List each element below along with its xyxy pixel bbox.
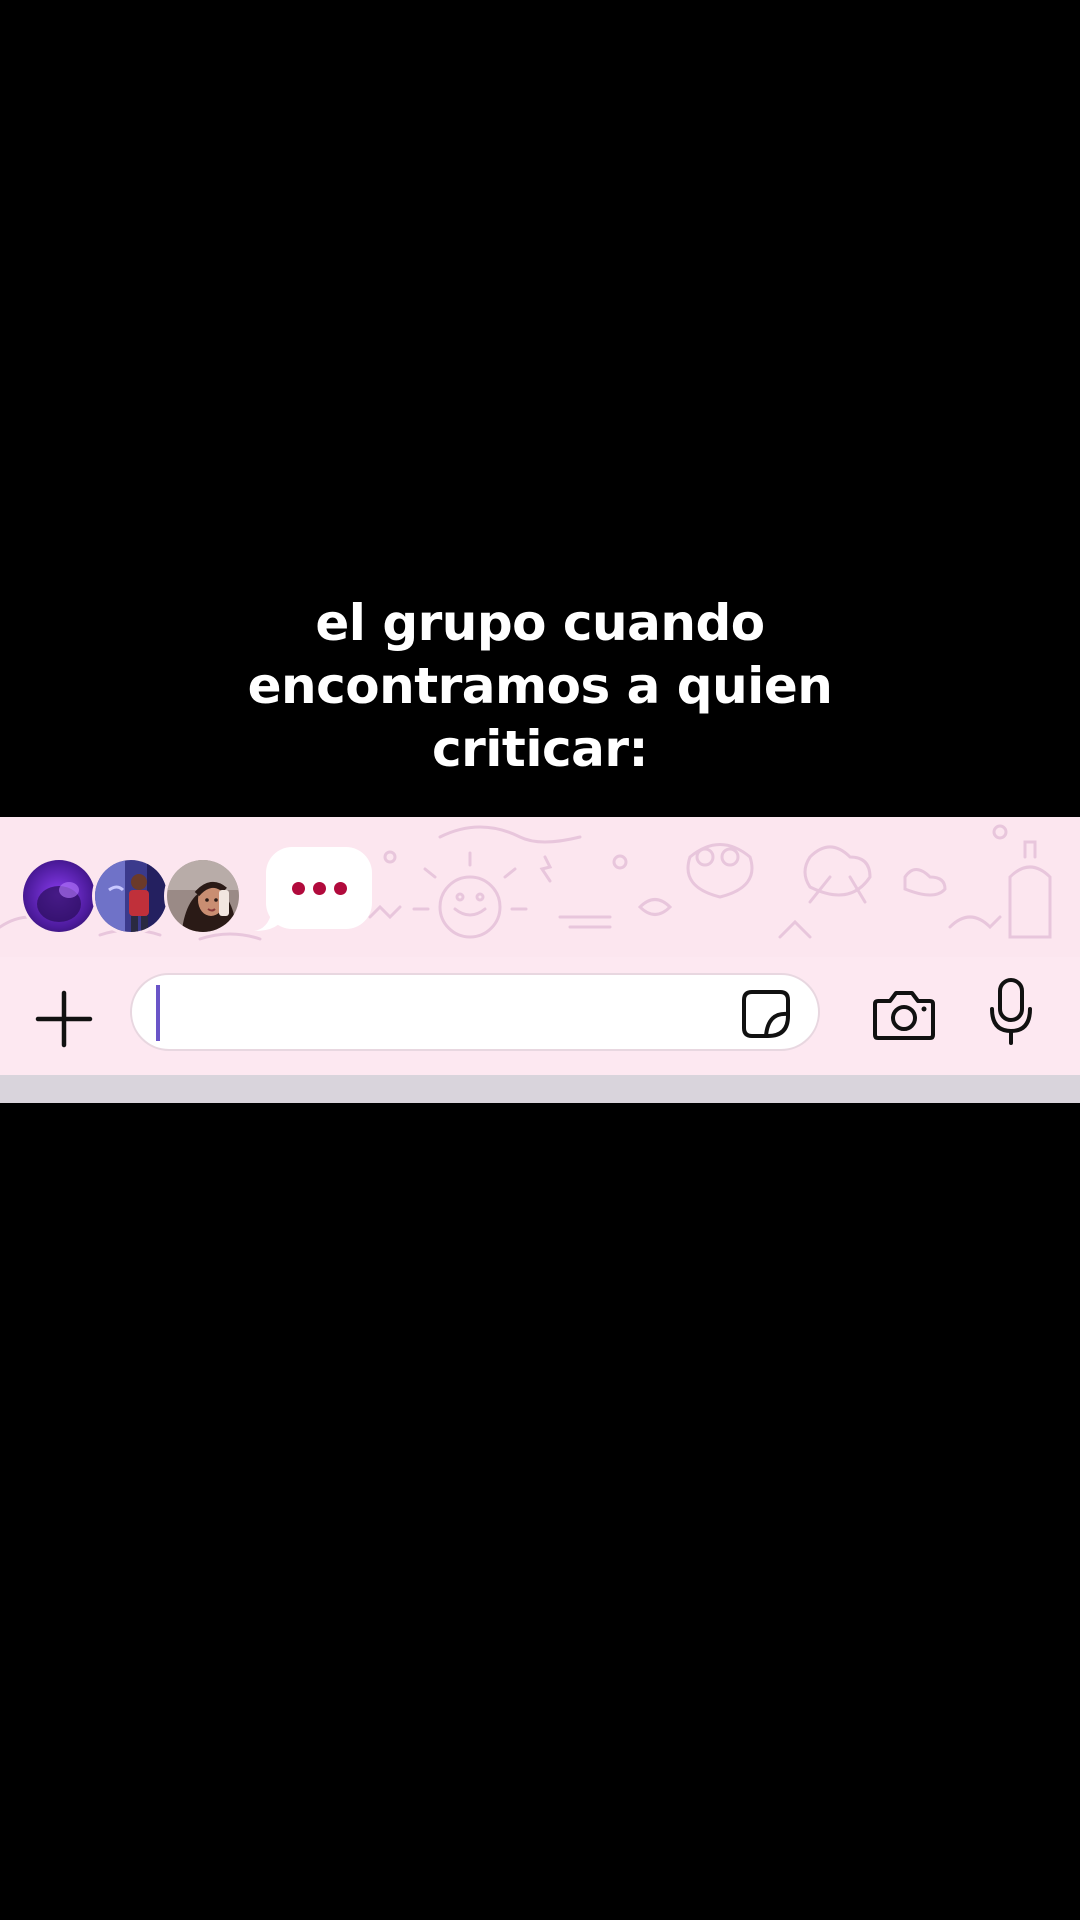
participant-avatar[interactable] [164, 857, 242, 935]
typing-indicator-bubble [254, 847, 372, 931]
participant-avatar[interactable] [92, 857, 170, 935]
message-composer [0, 957, 1080, 1075]
camera-icon[interactable] [872, 989, 936, 1041]
bottom-system-bar [0, 1075, 1080, 1103]
microphone-icon[interactable] [988, 977, 1034, 1045]
caption-line-3: criticar: [431, 720, 649, 778]
caption-text: el grupo cuando encontramos a quien crit… [0, 592, 1080, 781]
sticker-icon[interactable] [740, 988, 792, 1040]
participant-avatar[interactable] [20, 857, 98, 935]
text-cursor [156, 985, 160, 1041]
caption-line-1: el grupo cuando [315, 594, 765, 652]
typing-dot [292, 882, 305, 895]
typing-dot [313, 882, 326, 895]
typing-dot [334, 882, 347, 895]
bubble-tail [254, 911, 284, 931]
message-input-field[interactable] [130, 973, 820, 1051]
plus-icon[interactable] [30, 989, 98, 1049]
chat-screen [0, 817, 1080, 1103]
caption-line-2: encontramos a quien [247, 657, 833, 715]
message-input[interactable] [152, 985, 736, 1041]
